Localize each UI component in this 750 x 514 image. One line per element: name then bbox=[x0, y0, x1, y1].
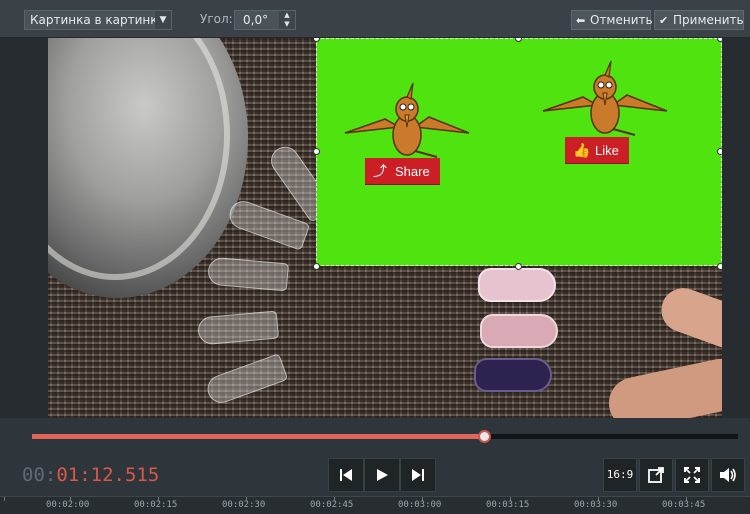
aspect-ratio-button[interactable]: 16:9 bbox=[603, 458, 637, 492]
ruler-label: 00:03:15 bbox=[486, 500, 530, 510]
skip-next-icon bbox=[412, 469, 424, 481]
volume-button[interactable] bbox=[711, 458, 745, 492]
angle-input[interactable]: 0,0° ▲ ▼ bbox=[234, 10, 296, 30]
nail-tip bbox=[196, 310, 280, 346]
timeline-ruler[interactable]: 00:02:00 00:02:15 00:02:30 00:02:45 00:03:00… bbox=[0, 496, 750, 514]
aspect-ratio-label: 16:9 bbox=[606, 468, 634, 481]
preview-area: ⤴ Share 👍 Like bbox=[0, 38, 750, 418]
pterodactyl-left-image bbox=[344, 82, 470, 158]
like-badge: 👍 Like bbox=[565, 137, 629, 163]
previous-button[interactable] bbox=[328, 458, 364, 492]
nail-tip bbox=[206, 256, 290, 292]
mode-select-value: Картинка в картинке bbox=[30, 13, 165, 27]
resize-handle-bottom[interactable] bbox=[515, 263, 522, 270]
like-label: Like bbox=[595, 143, 619, 158]
decorated-nail bbox=[474, 358, 552, 392]
angle-spinner[interactable]: ▲ ▼ bbox=[279, 11, 295, 29]
skip-previous-icon bbox=[340, 469, 352, 481]
timecode-prefix: 00: bbox=[22, 464, 57, 486]
decorated-nail bbox=[478, 268, 556, 302]
progress-fill bbox=[32, 434, 484, 439]
pip-toolbar: Картинка в картинке ▼ Угол: 0,0° ▲ ▼ ⬅ От… bbox=[0, 0, 750, 38]
finger bbox=[604, 354, 722, 418]
play-button[interactable] bbox=[364, 458, 400, 492]
resize-handle-bottom-right[interactable] bbox=[717, 263, 722, 270]
spinner-down-icon[interactable]: ▼ bbox=[279, 20, 295, 29]
pip-overlay[interactable]: ⤴ Share 👍 Like bbox=[316, 38, 722, 266]
chevron-down-icon: ▼ bbox=[155, 11, 171, 29]
angle-value: 0,0° bbox=[243, 13, 269, 27]
playhead-knob[interactable] bbox=[477, 430, 491, 443]
video-frame: ⤴ Share 👍 Like bbox=[48, 38, 722, 418]
resize-handle-right[interactable] bbox=[717, 148, 722, 155]
finger bbox=[655, 281, 722, 355]
cancel-button[interactable]: ⬅ Отменить bbox=[571, 10, 653, 30]
resize-handle-bottom-left[interactable] bbox=[313, 263, 320, 270]
video-editor: Картинка в картинке ▼ Угол: 0,0° ▲ ▼ ⬅ От… bbox=[0, 0, 750, 514]
ruler-tick bbox=[4, 497, 5, 501]
next-button[interactable] bbox=[400, 458, 436, 492]
ruler-label: 00:02:30 bbox=[222, 500, 266, 510]
spinner-up-icon[interactable]: ▲ bbox=[279, 11, 295, 20]
checkmark-icon: ✔ bbox=[659, 14, 669, 27]
decorated-nail bbox=[480, 314, 558, 348]
cancel-label: Отменить bbox=[590, 13, 653, 27]
thumbs-up-icon: 👍 bbox=[573, 142, 591, 158]
external-window-icon bbox=[648, 467, 664, 483]
progress-track[interactable] bbox=[32, 430, 738, 443]
ruler-label: 00:03:30 bbox=[574, 500, 618, 510]
apply-button[interactable]: ✔ Применить bbox=[654, 10, 744, 30]
playback-controls: 00:01:12.515 16:9 bbox=[0, 454, 750, 496]
scrub-area bbox=[0, 418, 750, 454]
apply-label: Применить bbox=[673, 13, 744, 27]
undo-arrow-icon: ⬅ bbox=[576, 14, 586, 27]
timecode: 00:01:12.515 bbox=[22, 464, 159, 486]
play-icon bbox=[377, 469, 388, 481]
fullscreen-icon bbox=[684, 467, 700, 483]
share-label: Share bbox=[395, 164, 430, 179]
nail-tip bbox=[225, 197, 311, 251]
resize-handle-left[interactable] bbox=[313, 148, 320, 155]
timecode-value: 01:12.515 bbox=[56, 464, 160, 486]
resize-handle-top-right[interactable] bbox=[717, 38, 722, 42]
fullscreen-button[interactable] bbox=[675, 458, 709, 492]
ruler-label: 00:02:15 bbox=[134, 500, 178, 510]
angle-label: Угол: bbox=[200, 12, 233, 26]
share-badge: ⤴ Share bbox=[365, 158, 440, 184]
volume-icon bbox=[720, 468, 736, 482]
ruler-label: 00:02:00 bbox=[46, 500, 90, 510]
ruler-label: 00:03:45 bbox=[662, 500, 706, 510]
popout-button[interactable] bbox=[639, 458, 673, 492]
ruler-label: 00:03:00 bbox=[398, 500, 442, 510]
nail-tip bbox=[203, 353, 289, 407]
share-icon: ⤴ bbox=[373, 163, 387, 179]
mode-select[interactable]: Картинка в картинке ▼ bbox=[24, 10, 172, 30]
pterodactyl-right-image bbox=[542, 60, 668, 136]
ruler-label: 00:02:45 bbox=[310, 500, 354, 510]
